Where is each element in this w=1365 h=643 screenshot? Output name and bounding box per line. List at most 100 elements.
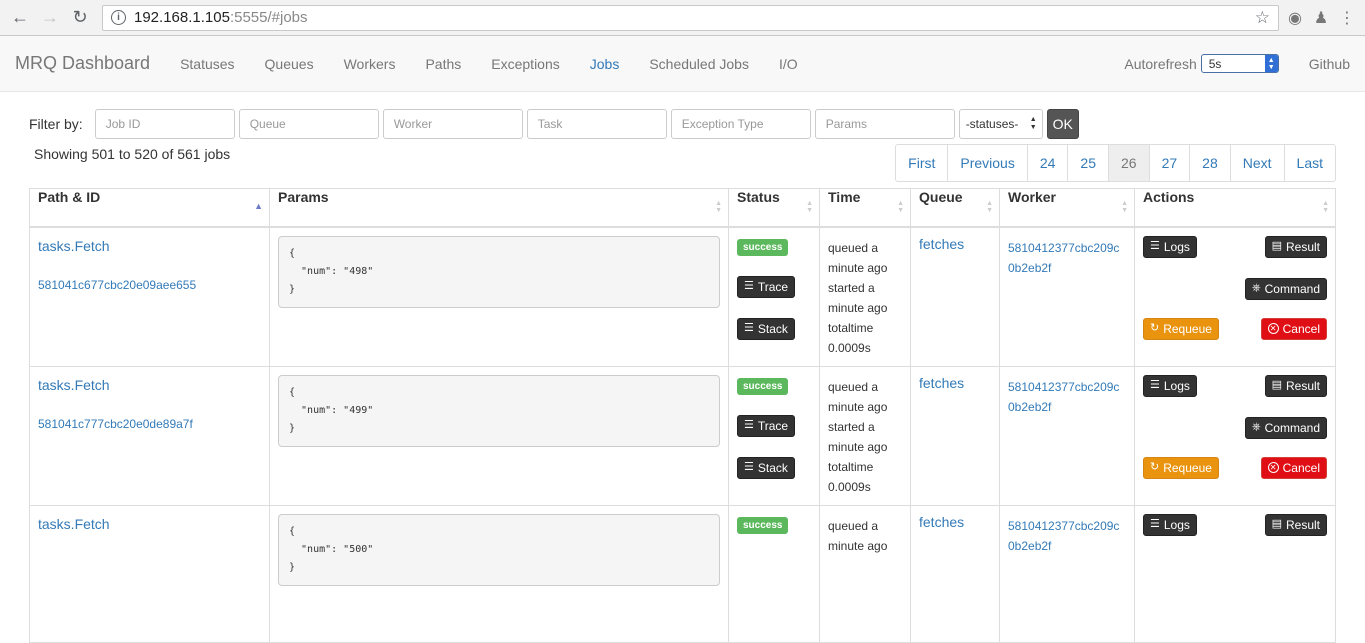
exception-type-input[interactable]: Exception Type	[670, 109, 811, 139]
job-time: queued a minute ago	[828, 518, 888, 553]
worker-link[interactable]: 5810412377cbc209c0b2eb2f	[1008, 377, 1126, 417]
autorefresh-value: 5s	[1208, 56, 1222, 71]
queue-input[interactable]: Queue	[238, 109, 379, 139]
worker-input[interactable]: Worker	[382, 109, 523, 139]
nav-exceptions[interactable]: Exceptions	[476, 56, 574, 72]
page-last[interactable]: Last	[1283, 144, 1336, 182]
page-25[interactable]: 25	[1067, 144, 1109, 182]
sort-icon: ▲ ▼	[897, 200, 904, 214]
column-header-actions[interactable]: Actions ▲ ▼	[1134, 188, 1336, 228]
job-params: { "num": "500" }	[278, 513, 720, 586]
column-header-time[interactable]: Time ▲ ▼	[819, 188, 911, 228]
autorefresh-select[interactable]: 5s ▲ ▼	[1200, 54, 1279, 73]
column-header-path-id[interactable]: Path & ID ▲	[29, 188, 270, 228]
filter-ok-button[interactable]: OK	[1046, 109, 1079, 139]
page-next[interactable]: Next	[1229, 144, 1285, 182]
command-button[interactable]: ⎈ Command	[1244, 277, 1327, 300]
job-id-link[interactable]: 581041c777cbc20e0de89a7f	[38, 417, 261, 431]
queue-link[interactable]: fetches	[919, 236, 964, 252]
column-header-worker[interactable]: Worker ▲ ▼	[999, 188, 1135, 228]
job-path-link[interactable]: tasks.Fetch	[38, 238, 261, 254]
nav-jobs[interactable]: Jobs	[575, 56, 635, 72]
worker-link[interactable]: 5810412377cbc209c0b2eb2f	[1008, 238, 1126, 278]
command-button[interactable]: ⎈ Command	[1244, 416, 1327, 439]
statuses-select[interactable]: -statuses- ▲ ▼	[958, 109, 1043, 139]
align-lines-icon: ☰	[744, 461, 754, 473]
page-28[interactable]: 28	[1189, 144, 1231, 182]
extension-user-icon[interactable]: ♟	[1311, 8, 1331, 28]
page-24[interactable]: 24	[1026, 144, 1069, 182]
page-27[interactable]: 27	[1148, 144, 1191, 182]
params-input[interactable]: Params	[814, 109, 955, 139]
queue-link[interactable]: fetches	[919, 514, 964, 530]
nav-io[interactable]: I/O	[764, 56, 813, 72]
cancel-button[interactable]: ✕ Cancel	[1260, 317, 1327, 340]
sort-icon: ▲ ▼	[1121, 200, 1128, 214]
align-lines-icon: ☰	[744, 322, 754, 334]
table-row: tasks.Fetch 581041c677cbc20e09aee655 { "…	[29, 226, 1336, 367]
nav-github[interactable]: Github	[1309, 56, 1350, 72]
stack-button[interactable]: ☰ Stack	[737, 456, 795, 479]
showing-count: Showing 501 to 520 of 561 jobs	[34, 146, 231, 162]
requeue-button[interactable]: ↻ Requeue	[1143, 456, 1219, 479]
nav-scheduled-jobs[interactable]: Scheduled Jobs	[634, 56, 764, 72]
queue-link[interactable]: fetches	[919, 375, 964, 391]
job-path-link[interactable]: tasks.Fetch	[38, 377, 261, 393]
logs-button[interactable]: ☰ Logs	[1143, 513, 1197, 536]
file-icon: ▤	[1271, 379, 1282, 391]
logs-button[interactable]: ☰ Logs	[1143, 235, 1197, 258]
logs-button[interactable]: ☰ Logs	[1143, 374, 1197, 397]
page-26[interactable]: 26	[1108, 144, 1150, 182]
nav-paths[interactable]: Paths	[410, 56, 476, 72]
job-params: { "num": "499" }	[278, 374, 720, 447]
align-lines-icon: ☰	[744, 280, 754, 292]
worker-link[interactable]: 5810412377cbc209c0b2eb2f	[1008, 516, 1126, 556]
file-icon: ▤	[1271, 518, 1282, 530]
trace-button[interactable]: ☰ Trace	[737, 275, 796, 298]
reload-icon[interactable]: ↻	[68, 6, 92, 30]
sort-ascending-icon: ▲	[254, 201, 263, 211]
cancel-button[interactable]: ✕ Cancel	[1260, 456, 1327, 479]
job-id-input[interactable]: Job ID	[94, 109, 235, 139]
url-path: :5555/#jobs	[229, 9, 308, 26]
remove-circle-icon: ✕	[1267, 323, 1279, 334]
autorefresh-label: Autorefresh	[1124, 55, 1197, 72]
pagination: First Previous 24 25 26 27 28 Next Last	[895, 144, 1336, 182]
column-header-params[interactable]: Params ▲ ▼	[269, 188, 729, 228]
job-id-link[interactable]: 581041c677cbc20e09aee655	[38, 278, 261, 292]
back-arrow-icon[interactable]: ←	[8, 6, 32, 30]
brand[interactable]: MRQ Dashboard	[15, 53, 150, 74]
extension-globe-icon[interactable]: ◉	[1285, 8, 1305, 28]
info-icon[interactable]: i	[111, 10, 126, 25]
task-input[interactable]: Task	[526, 109, 667, 139]
column-header-status[interactable]: Status ▲ ▼	[728, 188, 820, 228]
page-previous[interactable]: Previous	[947, 144, 1028, 182]
sort-icon: ▲ ▼	[806, 200, 813, 214]
bookmark-star-icon[interactable]: ☆	[1255, 8, 1270, 28]
sort-icon: ▲ ▼	[1322, 200, 1329, 214]
column-header-queue[interactable]: Queue ▲ ▼	[910, 188, 1000, 228]
table-row: tasks.Fetch 581041c777cbc20e0de89a7f { "…	[29, 365, 1336, 506]
stack-button[interactable]: ☰ Stack	[737, 317, 795, 340]
nav-queues[interactable]: Queues	[250, 56, 329, 72]
result-button[interactable]: ▤ Result	[1264, 513, 1327, 536]
address-bar[interactable]: i 192.168.1.105:5555/#jobs ☆	[102, 4, 1279, 31]
forward-arrow-icon[interactable]: →	[38, 6, 62, 30]
browser-menu-icon[interactable]: ⋮	[1337, 8, 1357, 28]
result-button[interactable]: ▤ Result	[1264, 235, 1327, 258]
result-button[interactable]: ▤ Result	[1264, 374, 1327, 397]
remove-circle-icon: ✕	[1267, 462, 1279, 473]
job-path-link[interactable]: tasks.Fetch	[38, 516, 261, 532]
requeue-button[interactable]: ↻ Requeue	[1143, 317, 1219, 340]
page-first[interactable]: First	[895, 144, 949, 182]
align-lines-icon: ☰	[1150, 379, 1160, 391]
nav-statuses[interactable]: Statuses	[165, 56, 249, 72]
file-icon: ▤	[1271, 240, 1282, 252]
job-params: { "num": "498" }	[278, 235, 720, 308]
fork-icon: ⎈	[1251, 282, 1261, 294]
trace-button[interactable]: ☰ Trace	[737, 414, 796, 437]
filter-bar: Filter by: Job ID Queue Worker Task Exce…	[0, 109, 1365, 139]
align-lines-icon: ☰	[744, 419, 754, 431]
nav-workers[interactable]: Workers	[329, 56, 411, 72]
navbar: MRQ Dashboard Statuses Queues Workers Pa…	[0, 36, 1365, 92]
